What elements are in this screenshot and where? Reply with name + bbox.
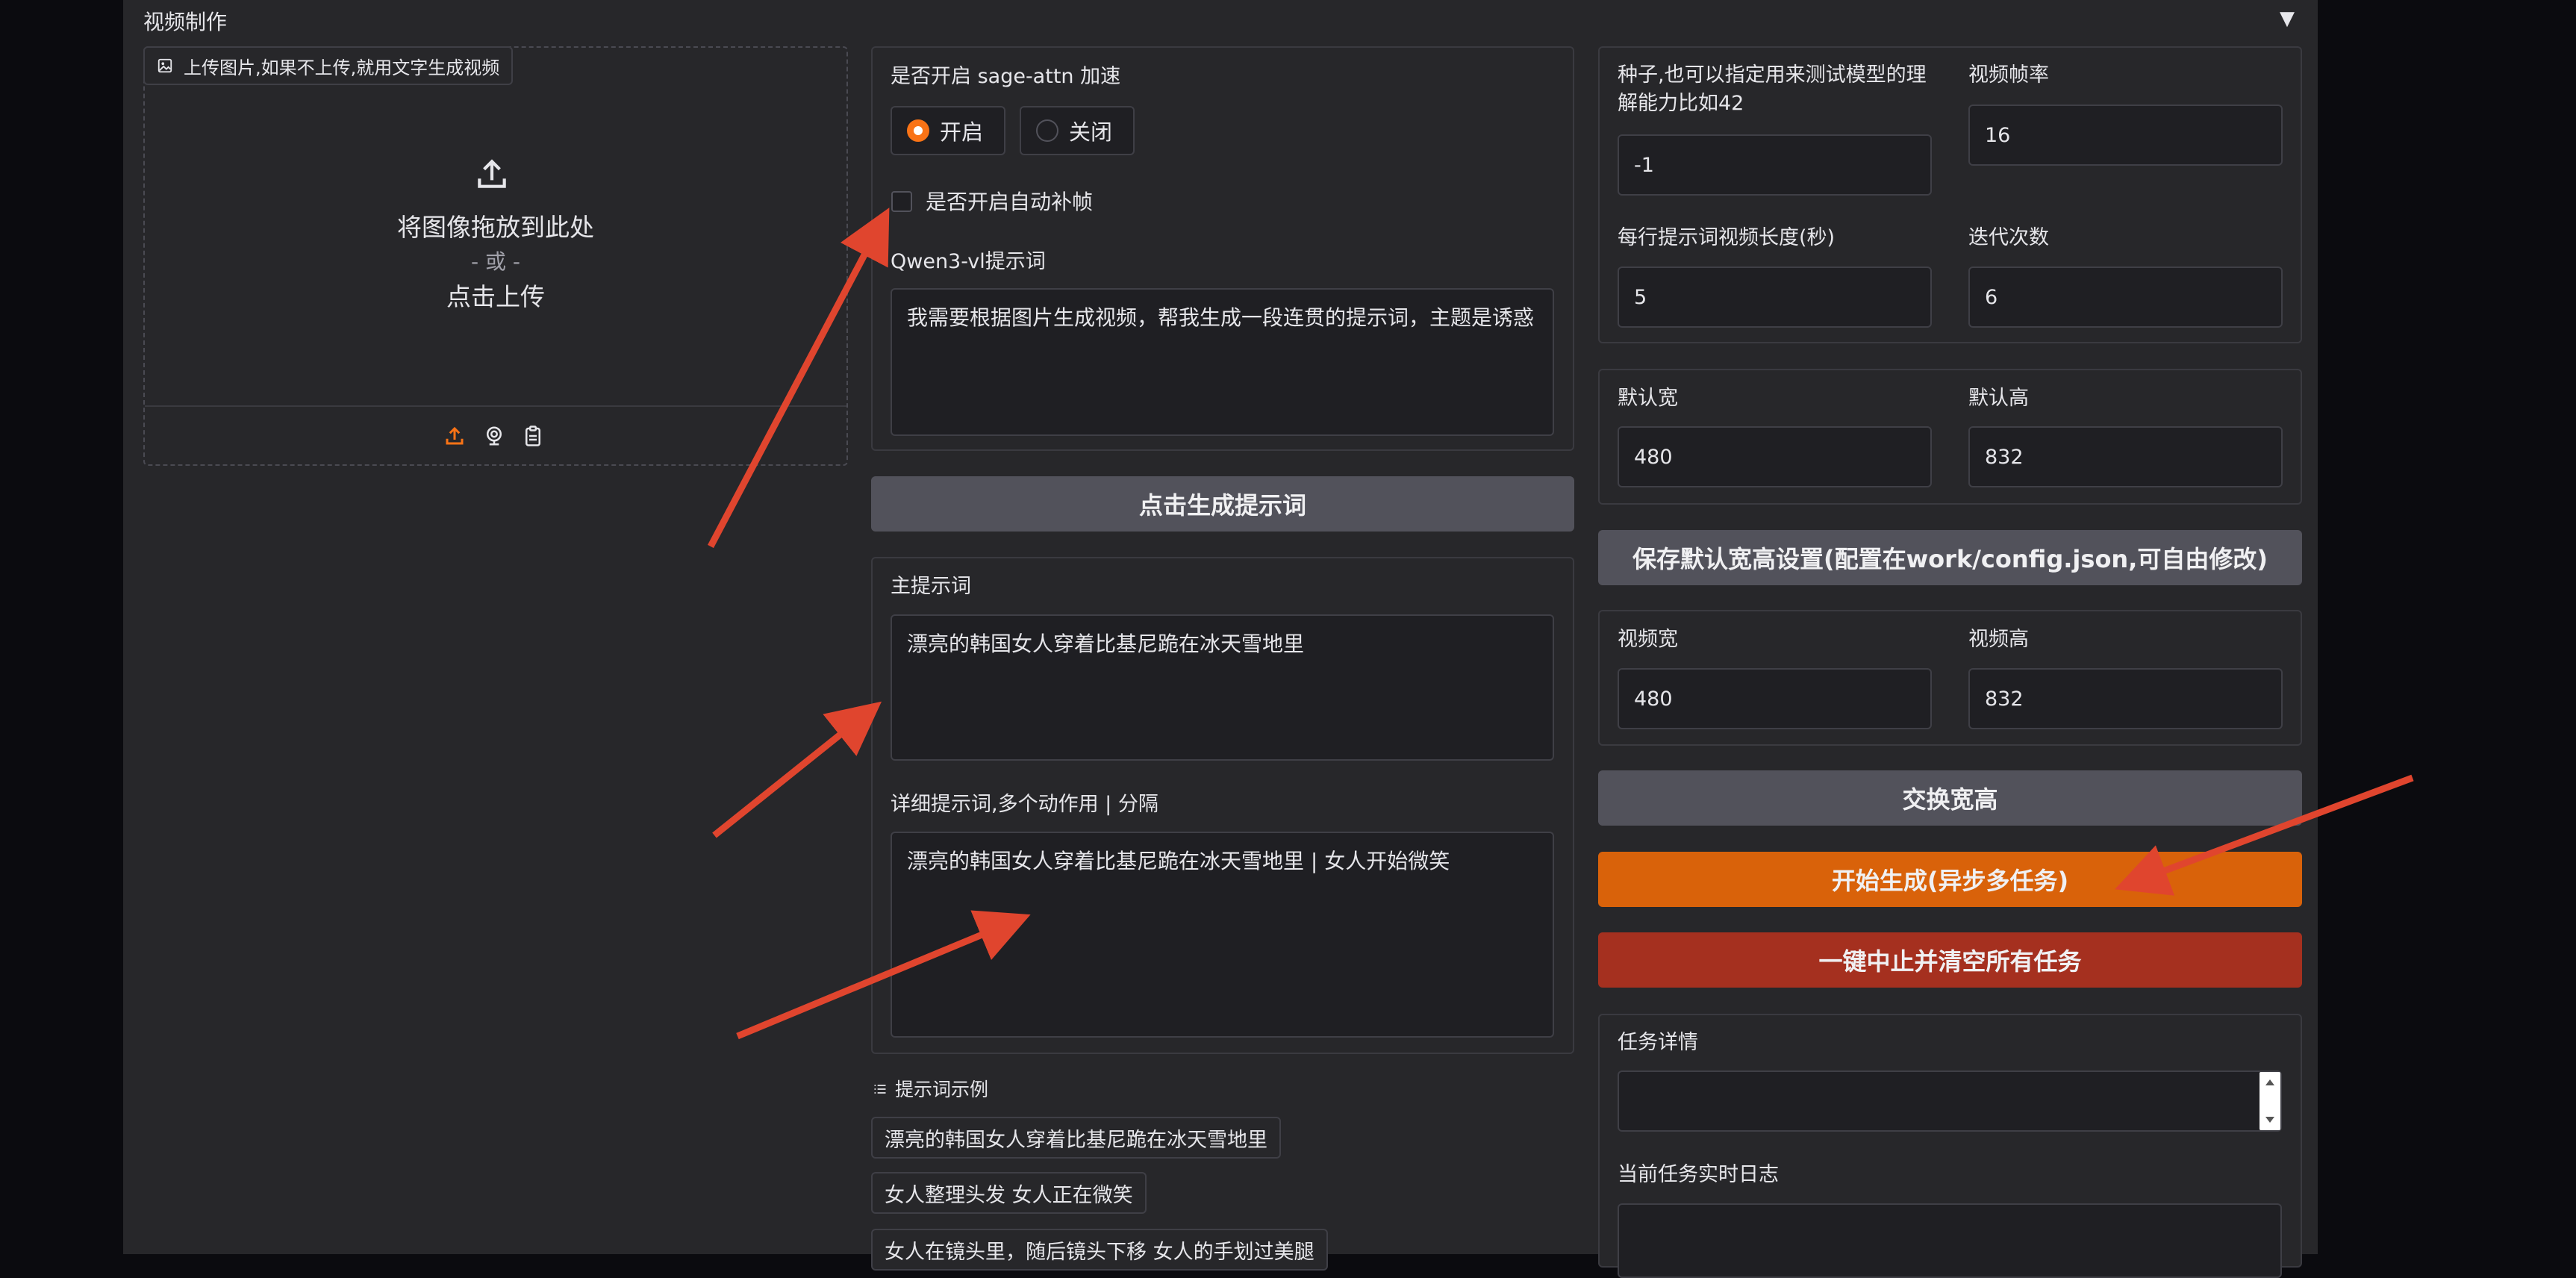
clip-length-input[interactable]: 5 <box>1618 266 1932 328</box>
radio-on-label: 开启 <box>940 119 984 145</box>
upload-label-text: 上传图片,如果不上传,就用文字生成视频 <box>184 57 500 78</box>
radio-on-dot-icon <box>907 119 929 142</box>
realtime-log-label: 当前任务实时日志 <box>1618 1163 1779 1186</box>
task-details-scrollbar[interactable] <box>2260 1072 2280 1130</box>
sage-attn-label: 是否开启 sage-attn 加速 <box>891 65 1121 88</box>
radio-off-label: 关闭 <box>1069 119 1113 145</box>
drop-text: 将图像拖放到此处 <box>397 213 594 242</box>
fps-input[interactable]: 16 <box>1968 105 2283 166</box>
upload-file-icon[interactable] <box>443 425 466 447</box>
scroll-up-icon[interactable] <box>2260 1073 2280 1093</box>
task-details-label: 任务详情 <box>1618 1031 1698 1054</box>
list-icon <box>874 1085 886 1094</box>
seed-input[interactable]: -1 <box>1618 134 1932 196</box>
auto-interp-label: 是否开启自动补帧 <box>926 190 1094 214</box>
save-default-size-button[interactable]: 保存默认宽高设置(配置在work/config.json,可自由修改) <box>1598 530 2302 585</box>
task-details-output <box>1618 1070 2282 1132</box>
example-chip-2[interactable]: 女人整理头发 女人正在微笑 <box>871 1172 1147 1214</box>
clipboard-icon[interactable] <box>522 424 544 448</box>
collapse-caret-icon[interactable]: ▼ <box>2280 7 2295 30</box>
upload-icon[interactable] <box>473 155 511 193</box>
scroll-down-icon[interactable] <box>2260 1109 2280 1129</box>
swap-size-button[interactable]: 交换宽高 <box>1598 770 2302 826</box>
default-height-label: 默认高 <box>1968 387 2029 410</box>
click-upload-text[interactable]: 点击上传 <box>143 281 848 314</box>
radio-sage-off[interactable]: 关闭 <box>1020 106 1135 155</box>
section-title: 视频制作 <box>143 10 228 34</box>
generate-prompt-button[interactable]: 点击生成提示词 <box>871 476 1574 532</box>
upload-label-chip: 上传图片,如果不上传,就用文字生成视频 <box>143 46 514 85</box>
upload-toolbar-divider <box>145 405 846 407</box>
seed-label: 种子,也可以指定用来测试模型的理解能力比如42 <box>1618 63 1927 115</box>
image-icon <box>158 58 172 73</box>
radio-off-dot-icon <box>1036 119 1058 142</box>
video-height-label: 视频高 <box>1968 628 2029 651</box>
auto-interp-checkbox[interactable] <box>891 191 912 212</box>
iterations-input[interactable]: 6 <box>1968 266 2283 328</box>
examples-label: 提示词示例 <box>895 1079 989 1100</box>
detail-prompt-label: 详细提示词,多个动作用 | 分隔 <box>891 793 1158 816</box>
webcam-icon[interactable] <box>483 425 505 447</box>
video-width-label: 视频宽 <box>1618 628 1678 651</box>
radio-sage-on[interactable]: 开启 <box>891 106 1005 155</box>
video-height-input[interactable]: 832 <box>1968 668 2283 729</box>
main-prompt-label: 主提示词 <box>891 575 971 598</box>
iterations-label: 迭代次数 <box>1968 226 2049 249</box>
video-width-input[interactable]: 480 <box>1618 668 1932 729</box>
example-chip-3[interactable]: 女人在镜头里，随后镜头下移 女人的手划过美腿 <box>871 1229 1328 1271</box>
default-width-input[interactable]: 480 <box>1618 426 1932 487</box>
or-text: - 或 - <box>470 249 520 274</box>
qwen-prompt-input[interactable]: 我需要根据图片生成视频，帮我生成一段连贯的提示词，主题是诱惑 <box>891 288 1554 436</box>
start-generate-button[interactable]: 开始生成(异步多任务) <box>1598 852 2302 907</box>
example-chip-1[interactable]: 漂亮的韩国女人穿着比基尼跪在冰天雪地里 <box>871 1117 1281 1159</box>
stop-all-button[interactable]: 一键中止并清空所有任务 <box>1598 932 2302 988</box>
clip-length-label: 每行提示词视频长度(秒) <box>1618 226 1836 249</box>
main-prompt-input[interactable]: 漂亮的韩国女人穿着比基尼跪在冰天雪地里 <box>891 614 1554 761</box>
qwen-prompt-label: Qwen3-vl提示词 <box>891 250 1046 273</box>
realtime-log-output <box>1618 1203 2282 1278</box>
detail-prompt-input[interactable]: 漂亮的韩国女人穿着比基尼跪在冰天雪地里 | 女人开始微笑 <box>891 832 1554 1038</box>
default-height-input[interactable]: 832 <box>1968 426 2283 487</box>
default-width-label: 默认宽 <box>1618 387 1678 410</box>
fps-label: 视频帧率 <box>1968 63 2049 87</box>
